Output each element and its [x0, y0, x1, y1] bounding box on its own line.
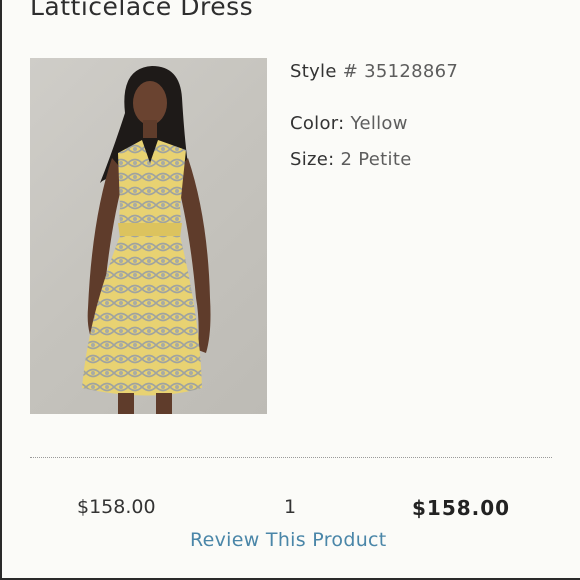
color-row: Color: Yellow: [290, 113, 408, 134]
frame-left-edge: [0, 0, 2, 580]
review-product-link[interactable]: Review This Product: [190, 529, 387, 551]
section-divider: [30, 457, 552, 458]
product-title: Latticelace Dress: [30, 0, 254, 21]
dress-model-illustration: [82, 66, 211, 414]
size-value: 2 Petite: [340, 149, 412, 170]
style-row: Style # 35128867: [290, 61, 458, 82]
total-price: $158.00: [412, 496, 511, 520]
size-label: Size:: [290, 149, 335, 170]
quantity-value: 1: [284, 496, 297, 518]
size-row: Size: 2 Petite: [290, 149, 412, 170]
style-label: Style: [290, 61, 337, 82]
color-value: Yellow: [350, 113, 408, 134]
style-number: # 35128867: [342, 61, 459, 82]
color-label: Color:: [290, 113, 345, 134]
unit-price: $158.00: [77, 496, 156, 518]
product-image[interactable]: [30, 58, 267, 414]
